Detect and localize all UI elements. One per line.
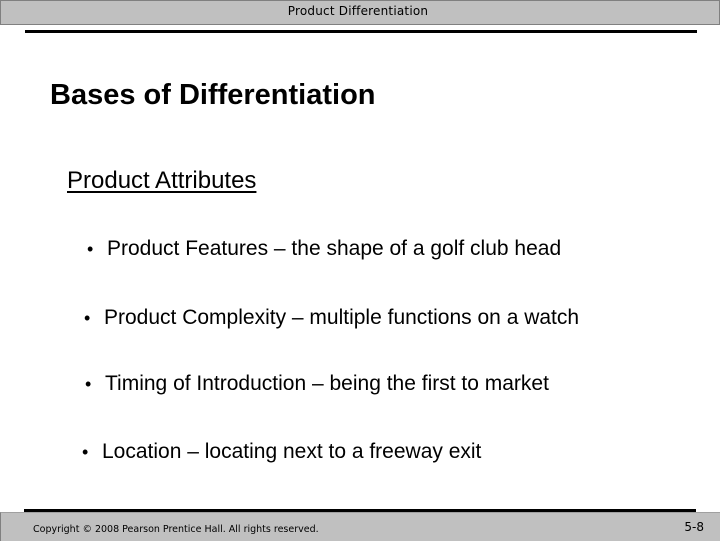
page-number: 5-8 [684,520,704,534]
bullet-text: Product Features – the shape of a golf c… [107,237,562,260]
header-bar: Product Differentiation [0,0,720,25]
copyright-notice: Copyright © 2008 Pearson Prentice Hall. … [33,524,319,535]
header-title: Product Differentiation [1,4,719,18]
bullet-icon: • [85,374,92,394]
bullet-item: • Product Features – the shape of a golf … [87,237,561,261]
footer-bar: Copyright © 2008 Pearson Prentice Hall. … [0,512,720,541]
bullet-icon: • [87,239,94,259]
header-title-text: Product Differentiation [287,4,429,18]
bullet-icon: • [84,308,91,328]
bullet-text: Location – locating next to a freeway ex… [102,440,482,463]
bullet-text: Timing of Introduction – being the first… [105,372,549,395]
top-divider [25,30,697,33]
bullet-item: • Location – locating next to a freeway e… [82,440,481,464]
bullet-icon: • [82,442,89,462]
bullet-item: • Product Complexity – multiple functions… [84,306,579,330]
slide-title: Bases of Differentiation [50,79,376,111]
subheading: Product Attributes [67,167,257,194]
bullet-text: Product Complexity – multiple functions … [104,306,580,329]
bullet-item: • Timing of Introduction – being the firs… [85,372,549,396]
